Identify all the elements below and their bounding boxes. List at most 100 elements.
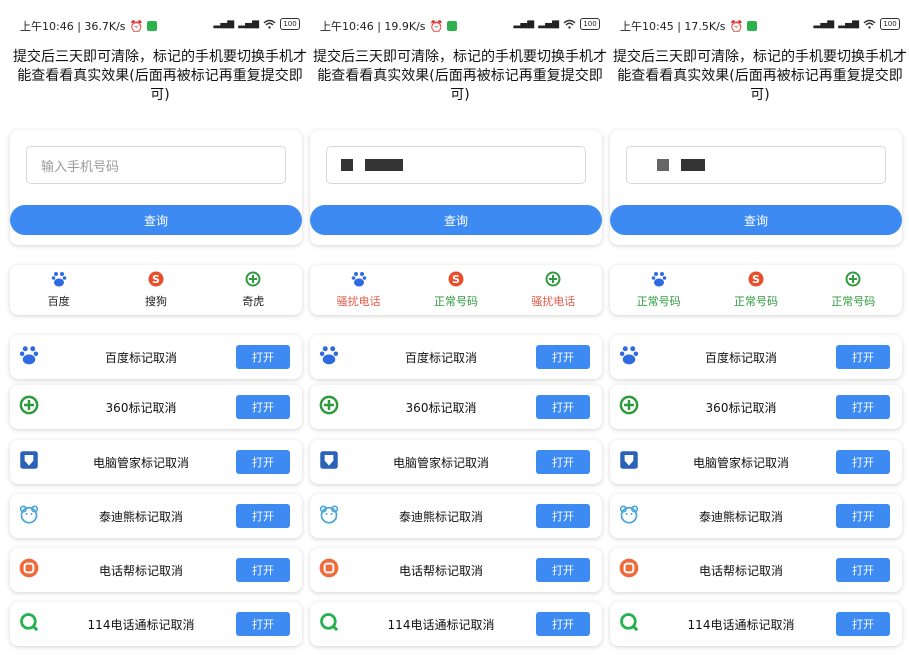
row-label: 电脑管家标记取消: [92, 455, 189, 470]
114-icon: [19, 612, 39, 636]
open-button[interactable]: 打开: [236, 504, 290, 528]
app-notification-icon: [447, 21, 458, 31]
phone-number-input[interactable]: [626, 146, 886, 184]
open-button[interactable]: 打开: [236, 612, 290, 636]
open-button[interactable]: 打开: [236, 345, 290, 369]
qihoo-360-icon: [545, 271, 561, 290]
open-button[interactable]: 打开: [836, 504, 890, 528]
status-time: 上午10:45 | 17.5K/s: [620, 20, 726, 33]
engine-qihoo: 骚扰电话: [513, 271, 593, 309]
svg-text:S: S: [752, 273, 760, 286]
row-label: 百度标记取消: [104, 350, 177, 365]
row-label: 百度标记取消: [704, 350, 777, 365]
signal-icon: ▂▄▆: [213, 19, 235, 29]
engine-result-label: 正常号码: [636, 295, 681, 308]
query-button[interactable]: 查询: [310, 205, 602, 235]
open-button[interactable]: 打开: [536, 612, 590, 636]
open-button[interactable]: 打开: [536, 345, 590, 369]
open-button[interactable]: 打开: [836, 612, 890, 636]
360-icon: [619, 395, 639, 419]
sogou-icon: S: [148, 271, 164, 290]
row-label: 360标记取消: [705, 400, 777, 415]
row-label: 114电话通标记取消: [387, 617, 495, 632]
teddy-bear-icon: [619, 504, 639, 528]
open-button[interactable]: 打开: [236, 558, 290, 582]
app-notification-icon: [147, 21, 158, 31]
engine-results-card: 骚扰电话 S 正常号码 骚扰电话: [310, 265, 602, 315]
row-label: 电脑管家标记取消: [392, 455, 489, 470]
search-card: 查询: [610, 130, 902, 245]
notice-text: 提交后三天即可清除，标记的手机要切换手机才能查看看真实效果(后面再被标记再重复提…: [613, 49, 907, 103]
stage: 上午10:46 | 36.7K/s ⏰ ▂▄▆ ▂▄▆ 100 提交后三天即可清…: [0, 0, 909, 656]
row-114-unmark: 114电话通标记取消 打开: [10, 602, 302, 646]
dianhuabang-icon: [319, 558, 339, 582]
baidu-icon: [619, 345, 639, 369]
qihoo-360-icon: [245, 271, 261, 290]
battery-icon: 100: [880, 18, 900, 30]
dianhuabang-icon: [619, 558, 639, 582]
qihoo-360-icon: [845, 271, 861, 290]
wifi-icon: [863, 19, 876, 29]
row-label: 360标记取消: [405, 400, 477, 415]
engine-sogou: S 搜狗: [116, 271, 196, 309]
masked-phone-number: [341, 159, 403, 171]
tencent-pcmanager-icon: [19, 450, 39, 474]
phone-number-input[interactable]: [326, 146, 586, 184]
open-button[interactable]: 打开: [836, 450, 890, 474]
engine-baidu: 百度: [19, 271, 99, 309]
search-card: 查询: [310, 130, 602, 245]
row-label: 114电话通标记取消: [87, 617, 195, 632]
status-bar: 上午10:46 | 36.7K/s ⏰ ▂▄▆ ▂▄▆ 100: [20, 18, 300, 36]
row-label: 360标记取消: [105, 400, 177, 415]
open-button[interactable]: 打开: [236, 395, 290, 419]
phone-number-input[interactable]: 输入手机号码: [26, 146, 286, 184]
open-button[interactable]: 打开: [836, 558, 890, 582]
row-360-unmark: 360标记取消 打开: [10, 385, 302, 429]
search-card: 输入手机号码 查询: [10, 130, 302, 245]
open-button[interactable]: 打开: [836, 345, 890, 369]
signal-icon-2: ▂▄▆: [238, 19, 259, 29]
row-baidu-unmark: 百度标记取消 打开: [610, 335, 902, 379]
row-pcmanager-unmark: 电脑管家标记取消 打开: [310, 440, 602, 484]
row-teddy-unmark: 泰迪熊标记取消 打开: [10, 494, 302, 538]
open-button[interactable]: 打开: [536, 558, 590, 582]
query-button[interactable]: 查询: [610, 205, 902, 235]
wifi-icon: [263, 19, 276, 29]
engine-baidu: 骚扰电话: [319, 271, 399, 309]
open-button[interactable]: 打开: [836, 395, 890, 419]
query-button[interactable]: 查询: [10, 205, 302, 235]
signal-icon-2: ▂▄▆: [538, 19, 559, 29]
svg-text:S: S: [452, 273, 460, 286]
row-pcmanager-unmark: 电脑管家标记取消 打开: [10, 440, 302, 484]
signal-icon-2: ▂▄▆: [838, 19, 859, 29]
open-button[interactable]: 打开: [236, 450, 290, 474]
notice-text: 提交后三天即可清除，标记的手机要切换手机才能查看看真实效果(后面再被标记再重复提…: [13, 49, 307, 103]
dianhuabang-icon: [19, 558, 39, 582]
row-teddy-unmark: 泰迪熊标记取消 打开: [610, 494, 902, 538]
row-dianhuabang-unmark: 电话帮标记取消 打开: [10, 548, 302, 592]
baidu-icon: [51, 271, 67, 290]
row-label: 电脑管家标记取消: [692, 455, 789, 470]
row-baidu-unmark: 百度标记取消 打开: [10, 335, 302, 379]
tencent-pcmanager-icon: [319, 450, 339, 474]
phone-screen-2: 上午10:46 | 19.9K/s ⏰ ▂▄▆ ▂▄▆ 100 提交后三天即可清…: [310, 0, 610, 656]
open-button[interactable]: 打开: [536, 504, 590, 528]
baidu-icon: [351, 271, 367, 290]
app-notification-icon: [747, 21, 758, 31]
engine-sogou: S 正常号码: [416, 271, 496, 309]
engine-result-label: 骚扰电话: [336, 295, 381, 308]
engine-result-label: 骚扰电话: [531, 295, 576, 308]
row-teddy-unmark: 泰迪熊标记取消 打开: [310, 494, 602, 538]
baidu-icon: [319, 345, 339, 369]
masked-phone-number: [657, 159, 705, 171]
tencent-pcmanager-icon: [619, 450, 639, 474]
engine-result-label: 正常号码: [733, 295, 778, 308]
open-button[interactable]: 打开: [536, 395, 590, 419]
open-button[interactable]: 打开: [536, 450, 590, 474]
sogou-icon: S: [448, 271, 464, 290]
teddy-bear-icon: [19, 504, 39, 528]
114-icon: [619, 612, 639, 636]
engine-qihoo: 正常号码: [813, 271, 893, 309]
engine-results-card: 正常号码 S 正常号码 正常号码: [610, 265, 902, 315]
alarm-icon: ⏰: [129, 19, 144, 33]
